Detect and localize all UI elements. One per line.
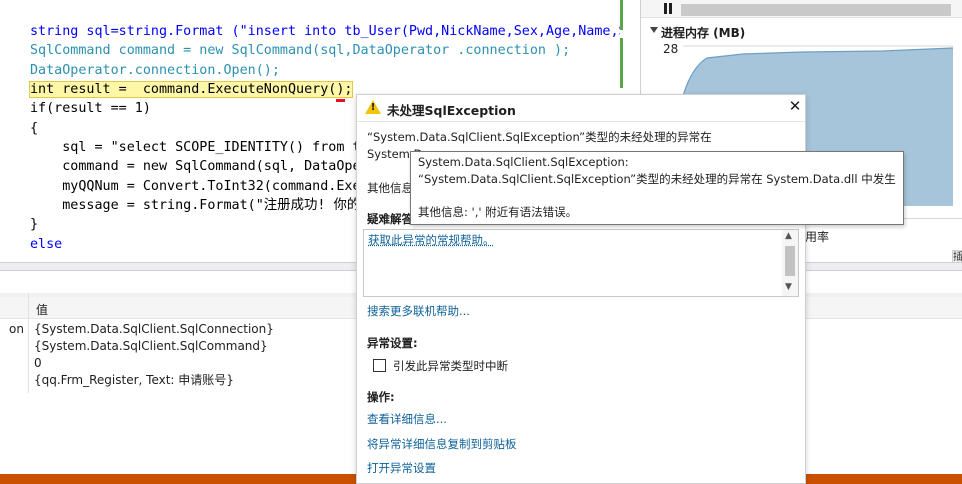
- code-line-5-text: if(result == 1): [30, 101, 151, 116]
- diagnostic-toolbar: [641, 0, 962, 18]
- local-value: {System.Data.SqlClient.SqlCommand}: [34, 339, 268, 353]
- code-line-2-text: SqlCommand command = new SqlCommand(sql,…: [30, 43, 571, 58]
- cpu-usage-label: 用率: [805, 230, 830, 244]
- value-column-header[interactable]: 值: [36, 301, 48, 318]
- scroll-thumb[interactable]: [785, 246, 795, 276]
- exception-message-line1: “System.Data.SqlClient.SqlException”类型的未…: [367, 130, 712, 144]
- tooltip-line-1: System.Data.SqlClient.SqlException:: [418, 155, 629, 169]
- code-line-6-text: {: [30, 121, 39, 136]
- open-exception-settings-link[interactable]: 打开异常设置: [367, 460, 436, 476]
- code-line-10-text: message = string.Format("注册成功! 你的: [30, 198, 361, 213]
- exception-tooltip: System.Data.SqlClient.SqlException: “Sys…: [410, 151, 904, 225]
- copy-details-link[interactable]: 将异常详细信息复制到剪贴板: [367, 436, 517, 452]
- pause-icon[interactable]: [663, 3, 673, 15]
- code-line-3: DataOperator.connection.Open();: [30, 61, 280, 80]
- general-help-link[interactable]: 获取此异常的常规帮助。: [368, 232, 495, 248]
- scroll-down-icon[interactable]: ▼: [785, 282, 792, 292]
- scrollbar[interactable]: ▲ ▼: [782, 230, 798, 296]
- code-line-3-text: DataOperator.connection.Open();: [30, 63, 280, 78]
- collapse-triangle-icon[interactable]: [650, 27, 658, 33]
- change-marker: [620, 0, 623, 30]
- code-line-7-text: sql = "select SCOPE_IDENTITY() from tb: [30, 140, 369, 155]
- code-line-10: message = string.Format("注册成功! 你的: [30, 196, 360, 215]
- code-line-2: SqlCommand command = new SqlCommand(sql,…: [30, 41, 570, 60]
- code-line-9-text: myQQNum = Convert.ToInt32(command.Exec: [30, 179, 369, 194]
- current-statement-highlight[interactable]: int result = command.ExecuteNonQuery();: [28, 81, 354, 98]
- break-on-exception-label[interactable]: 引发此异常类型时中断: [393, 358, 508, 374]
- local-value: {qq.Frm_Register, Text: 申请账号}: [34, 373, 234, 387]
- diagnostic-timeline[interactable]: [681, 4, 951, 16]
- scroll-up-icon[interactable]: ▲: [785, 231, 792, 241]
- code-line-4-current: int result = command.ExecuteNonQuery();: [28, 80, 354, 99]
- code-line-12: else: [30, 235, 62, 254]
- search-online-help-link[interactable]: 搜索更多联机帮助...: [367, 303, 470, 319]
- tooltip-line-3: 其他信息: ',' 附近有语法错误。: [418, 205, 578, 219]
- code-line-8-text: command = new SqlCommand(sql, DataOper: [30, 159, 369, 174]
- actions-title: 操作:: [367, 390, 395, 404]
- code-line-11: }: [30, 215, 38, 234]
- code-line-1-text: string sql=string.Format ("insert into t…: [30, 24, 620, 39]
- code-line-12-text: else: [30, 237, 63, 252]
- local-value: {System.Data.SqlClient.SqlConnection}: [34, 322, 274, 336]
- code-line-1: string sql=string.Format ("insert into t…: [30, 22, 620, 41]
- code-line-9: myQQNum = Convert.ToInt32(command.Exec: [30, 177, 369, 196]
- exception-title: 未处理SqlException: [387, 103, 516, 118]
- code-line-8: command = new SqlCommand(sql, DataOper: [30, 157, 369, 176]
- code-line-11-text: }: [30, 217, 39, 232]
- exception-header: ! 未处理SqlException ✕: [357, 95, 805, 121]
- error-squiggle: [336, 99, 345, 102]
- code-line-6: {: [30, 119, 38, 138]
- break-on-exception-checkbox[interactable]: [373, 359, 386, 372]
- troubleshooting-list[interactable]: 获取此异常的常规帮助。 ▲ ▼: [363, 229, 799, 297]
- close-icon[interactable]: ✕: [787, 98, 803, 114]
- local-value: 0: [34, 356, 42, 370]
- exception-settings-title: 异常设置:: [367, 336, 418, 350]
- local-name: on: [9, 322, 24, 336]
- code-line-7: sql = "select SCOPE_IDENTITY() from tb: [30, 138, 369, 157]
- change-marker: [620, 38, 623, 88]
- tooltip-line-2: “System.Data.SqlClient.SqlException”类型的未…: [418, 172, 896, 186]
- memory-max-value: 28: [663, 42, 679, 56]
- warning-exclamation: !: [370, 102, 376, 113]
- code-line-5: if(result == 1): [30, 99, 151, 118]
- view-details-link[interactable]: 查看详细信息...: [367, 411, 447, 427]
- header-divider: [357, 121, 805, 122]
